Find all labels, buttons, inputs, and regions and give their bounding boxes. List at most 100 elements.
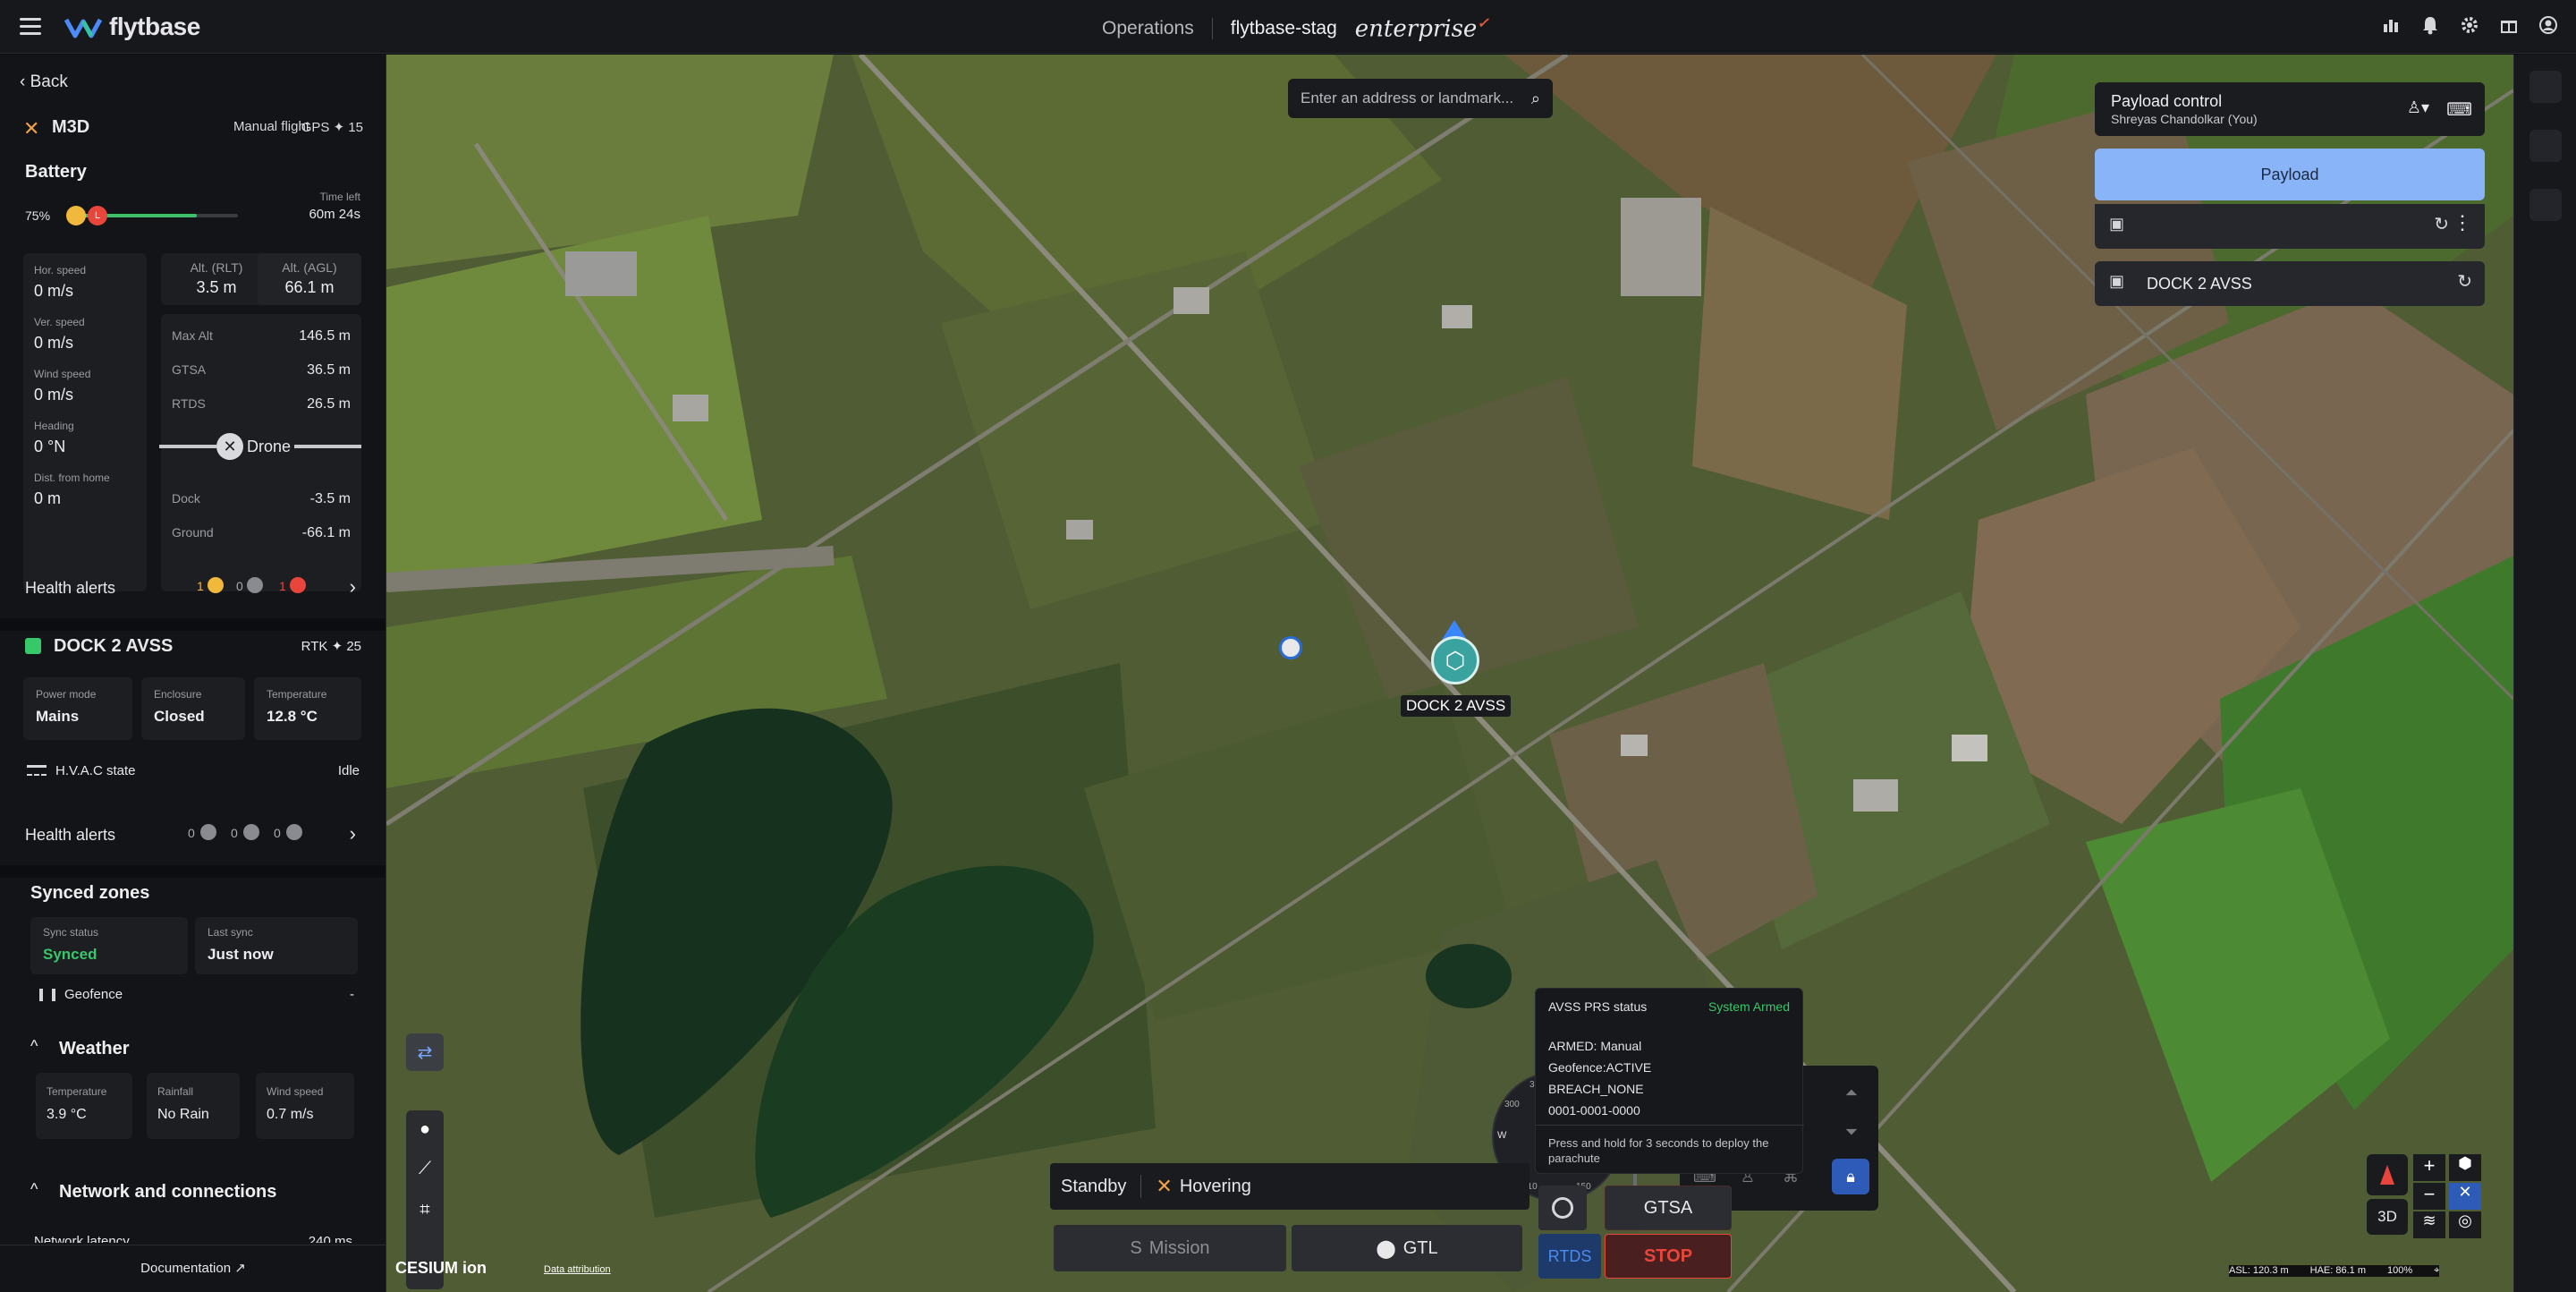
payload-button[interactable]: Payload — [2095, 149, 2485, 200]
documentation-link[interactable]: Documentation — [140, 1261, 231, 1276]
view-3d-button[interactable]: 3D — [2367, 1199, 2408, 1235]
dock-feed-bar[interactable]: ▣ DOCK 2 AVSS ↻ — [2095, 261, 2485, 306]
error-count: 1 — [279, 579, 286, 593]
hvac-icon — [27, 765, 47, 776]
health-alerts-dock[interactable]: Health alerts 0 0 0 › — [25, 819, 356, 851]
geofence-row[interactable]: Geofence - — [36, 985, 354, 1007]
zoom-in-icon[interactable]: + — [2413, 1154, 2445, 1181]
refresh-icon[interactable]: ↻ — [2457, 270, 2472, 293]
gps-count: 15 — [348, 120, 363, 135]
dist-home-value: 0 m — [34, 489, 62, 507]
hvac-label: H.V.A.C state — [55, 763, 136, 778]
keyboard-icon[interactable]: ⌨ — [2446, 98, 2472, 121]
data-attribution-link[interactable]: Data attribution — [544, 1264, 611, 1275]
camera-off-icon[interactable]: ▣ — [2109, 215, 2124, 234]
location-pin-icon: ⬤ — [1376, 1238, 1396, 1259]
health-alerts-label: Health alerts — [25, 826, 116, 844]
cube-view-icon[interactable]: ⬢ — [2449, 1154, 2481, 1181]
rtk-status: RTK ✦ 25 — [301, 638, 361, 654]
parachute-button[interactable] — [1538, 1186, 1587, 1230]
ascend-icon[interactable]: ⏶ — [1839, 1080, 1864, 1105]
lock-icon[interactable]: 🔒︎ — [1832, 1159, 1869, 1194]
widget-grid-icon[interactable] — [2529, 130, 2562, 162]
battery-title: Battery — [25, 162, 87, 182]
search-icon[interactable]: ⌕ — [1531, 89, 1540, 108]
enclosure-card: Enclosure Closed — [141, 677, 245, 740]
search-input[interactable]: Enter an address or landmark... — [1301, 89, 1531, 107]
drone-icon: ✕ — [23, 117, 40, 140]
bell-icon[interactable] — [2420, 14, 2440, 36]
stop-button[interactable]: STOP — [1605, 1234, 1732, 1279]
section-label[interactable]: Operations — [1102, 18, 1194, 39]
refresh-icon[interactable]: ↻ — [2434, 213, 2449, 235]
address-search[interactable]: Enter an address or landmark... ⌕ — [1288, 79, 1553, 118]
handover-icon[interactable]: ♙▾ — [2407, 98, 2429, 117]
last-sync-card: Last sync Just now — [195, 917, 358, 974]
flytbase-logo[interactable]: flytbase — [64, 13, 200, 41]
hovering-label: Hovering — [1179, 1176, 1251, 1196]
locate-icon[interactable]: ◎ — [2449, 1211, 2481, 1238]
drone-focus-icon[interactable]: ✕ — [2449, 1183, 2481, 1210]
rtds-button[interactable]: RTDS — [1538, 1234, 1601, 1279]
back-button[interactable]: ‹ Back — [20, 72, 68, 92]
cesium-text: CESIUM ion — [395, 1259, 487, 1277]
gear-icon[interactable] — [2460, 14, 2479, 36]
map-layer-toggle[interactable]: ⇄ — [406, 1033, 444, 1071]
more-options-icon[interactable]: ⋮ — [2453, 211, 2472, 234]
gtsa-label: GTSA — [172, 362, 207, 377]
max-alt-row: Max Alt 146.5 m — [172, 328, 351, 344]
widget-grid-icon[interactable] — [2529, 189, 2562, 221]
dock-temp-value: 12.8 °C — [267, 708, 318, 725]
prs-armed-mode: ARMED: Manual — [1548, 1039, 1642, 1053]
home-point-icon[interactable] — [1279, 636, 1302, 659]
fullscreen-icon[interactable]: ⌖ — [2434, 1265, 2439, 1277]
gtl-button[interactable]: ⬤ GTL — [1292, 1225, 1522, 1271]
widget-grid-icon[interactable] — [2529, 71, 2562, 103]
ver-speed-label: Ver. speed — [34, 316, 85, 328]
user-icon[interactable] — [2538, 14, 2558, 36]
weather-temp-card: Temperature 3.9 °C — [36, 1073, 132, 1139]
divider — [0, 865, 386, 878]
menu-icon[interactable] — [20, 18, 41, 36]
error-icon — [290, 577, 306, 593]
camera-off-icon[interactable]: ▣ — [2109, 272, 2124, 291]
dock-map-marker[interactable]: ⬡ DOCK 2 AVSS — [1401, 620, 1512, 718]
ground-value: -66.1 m — [301, 525, 351, 540]
health-alerts-drone[interactable]: Health alerts 1 0 1 › — [25, 572, 356, 604]
gift-icon[interactable] — [2499, 14, 2519, 36]
alt-rlt-value: 3.5 m — [196, 278, 237, 296]
satellite-map[interactable]: Enter an address or landmark... ⌕ ⬡ DOCK… — [386, 55, 2513, 1292]
pin-tool-icon[interactable]: ● — [406, 1119, 444, 1140]
gtsa-button[interactable]: GTSA — [1605, 1186, 1732, 1230]
network-header[interactable]: ^ Network and connections — [30, 1180, 352, 1207]
dock-temp-label: Temperature — [267, 688, 327, 701]
drone-name[interactable]: M3D — [52, 117, 89, 138]
weather-title: Weather — [59, 1039, 130, 1058]
zoom-out-icon[interactable]: − — [2413, 1183, 2445, 1210]
weather-header[interactable]: ^ Weather — [30, 1037, 352, 1064]
org-name[interactable]: flytbase-stag — [1231, 18, 1337, 39]
descend-icon[interactable]: ⏷ — [1839, 1119, 1864, 1144]
layers-icon[interactable]: ≋ — [2413, 1211, 2445, 1238]
zoom-percent: 100% — [2387, 1265, 2413, 1276]
north-compass-icon[interactable] — [2367, 1154, 2408, 1195]
health-alerts-label: Health alerts — [25, 579, 116, 597]
max-alt-label: Max Alt — [172, 328, 213, 343]
dock-header[interactable]: DOCK 2 AVSS RTK ✦ 25 — [25, 634, 361, 661]
polygon-tool-icon[interactable]: ⌗ — [406, 1200, 444, 1220]
bar-chart-icon[interactable] — [2381, 14, 2401, 36]
battery-low-marker-icon: L — [88, 206, 107, 225]
network-latency-row: Network latency 240 ms — [34, 1234, 352, 1243]
dock-marker-icon: ⬡ — [1431, 636, 1479, 684]
alt-rlt-label: Alt. (RLT) — [190, 260, 243, 275]
info-icon — [243, 824, 259, 840]
cesium-logo: CESIUM ion — [395, 1259, 487, 1278]
mission-button[interactable]: S Mission — [1054, 1225, 1286, 1271]
mission-icon: S — [1130, 1237, 1142, 1258]
parachute-icon — [1552, 1197, 1573, 1219]
payload-controller-user: Shreyas Chandolkar (You) — [2111, 112, 2258, 126]
asl-readout: ASL: 120.3 m — [2229, 1265, 2289, 1276]
info-icon — [286, 824, 302, 840]
heading-value: 0 °N — [34, 438, 66, 455]
line-tool-icon[interactable]: ⟋ — [406, 1159, 444, 1179]
